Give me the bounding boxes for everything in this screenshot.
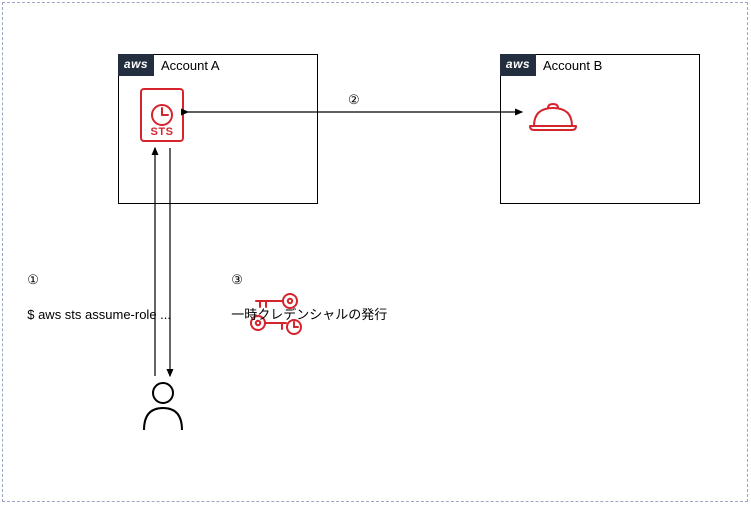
step-3-label: ③ 一時クレデンシャルの発行 bbox=[224, 253, 387, 323]
sts-label: STS bbox=[151, 126, 174, 138]
account-a-title: Account A bbox=[161, 58, 220, 73]
step-3-text: 一時クレデンシャルの発行 bbox=[231, 307, 387, 322]
step-3-num: ③ bbox=[231, 272, 243, 287]
aws-logo-b: aws bbox=[500, 54, 536, 76]
user-icon bbox=[140, 380, 186, 432]
step-1-text: $ aws sts assume-role ... bbox=[27, 307, 171, 322]
aws-logo-a: aws bbox=[118, 54, 154, 76]
clock-icon bbox=[149, 102, 175, 128]
step-1-label: ① $ aws sts assume-role ... bbox=[20, 253, 171, 323]
step-1-num: ① bbox=[27, 272, 39, 287]
account-b-title: Account B bbox=[543, 58, 602, 73]
iam-role-icon bbox=[528, 100, 578, 138]
aws-logo-text: aws bbox=[506, 57, 530, 71]
aws-logo-text: aws bbox=[124, 57, 148, 71]
sts-service-icon: STS bbox=[140, 88, 184, 142]
step-2-num: ② bbox=[348, 92, 360, 108]
